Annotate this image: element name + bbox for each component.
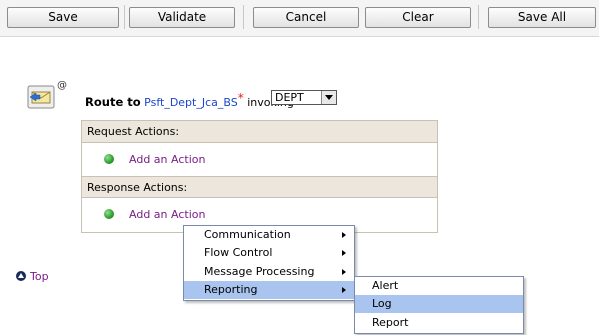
menu-item-reporting[interactable]: Reporting bbox=[184, 281, 354, 299]
submenu-arrow-icon bbox=[342, 269, 346, 275]
submenu-arrow-icon bbox=[342, 232, 346, 238]
clear-button[interactable]: Clear bbox=[365, 7, 471, 28]
add-response-action-link[interactable]: Add an Action bbox=[129, 208, 205, 221]
menu-item-communication[interactable]: Communication bbox=[184, 226, 354, 244]
submenu-item-alert[interactable]: Alert bbox=[355, 277, 523, 295]
operation-select[interactable]: DEPT bbox=[271, 90, 337, 105]
route-to-label: Route to bbox=[85, 95, 141, 109]
top-link-label[interactable]: Top bbox=[30, 270, 49, 284]
toolbar-separator bbox=[124, 5, 125, 29]
menu-item-label: Flow Control bbox=[204, 246, 273, 259]
actions-panel: Request Actions: Add an Action Response … bbox=[81, 120, 438, 233]
service-link[interactable]: Psft_Dept_Jca_BS bbox=[144, 96, 238, 109]
add-action-green-icon bbox=[104, 209, 114, 219]
submenu-arrow-icon bbox=[342, 250, 346, 256]
menu-item-label: Reporting bbox=[204, 283, 258, 296]
cancel-button[interactable]: Cancel bbox=[253, 7, 359, 28]
operation-select-value: DEPT bbox=[275, 91, 304, 104]
toolbar-separator bbox=[478, 5, 479, 29]
menu-item-label: Communication bbox=[204, 228, 291, 241]
menu-item-flow-control[interactable]: Flow Control bbox=[184, 244, 354, 262]
add-request-action-link[interactable]: Add an Action bbox=[129, 153, 205, 166]
request-actions-row: Add an Action bbox=[82, 144, 437, 175]
response-actions-header: Response Actions: bbox=[82, 176, 437, 198]
menu-item-message-processing[interactable]: Message Processing bbox=[184, 263, 354, 281]
submenu-arrow-icon bbox=[342, 287, 346, 293]
action-context-menu: Communication Flow Control Message Proce… bbox=[183, 225, 355, 301]
save-all-button[interactable]: Save All bbox=[488, 7, 596, 28]
required-marker: * bbox=[237, 91, 244, 105]
at-symbol-icon: @ bbox=[57, 80, 67, 91]
submenu-item-report[interactable]: Report bbox=[355, 314, 523, 332]
route-line: Route to Psft_Dept_Jca_BS* invoking bbox=[85, 90, 294, 109]
add-action-green-icon bbox=[104, 154, 114, 164]
chevron-down-icon[interactable] bbox=[321, 91, 336, 104]
menu-item-label: Message Processing bbox=[204, 265, 315, 278]
toolbar-separator bbox=[243, 5, 244, 29]
validate-button[interactable]: Validate bbox=[129, 7, 235, 28]
toolbar: Save Validate Cancel Clear Save All bbox=[0, 0, 599, 37]
request-actions-header: Request Actions: bbox=[82, 121, 437, 143]
reporting-submenu: Alert Log Report bbox=[354, 276, 524, 334]
route-envelope-icon bbox=[27, 85, 55, 109]
save-button[interactable]: Save bbox=[7, 7, 119, 28]
arrow-up-icon bbox=[16, 271, 26, 281]
submenu-item-log[interactable]: Log bbox=[355, 295, 523, 313]
